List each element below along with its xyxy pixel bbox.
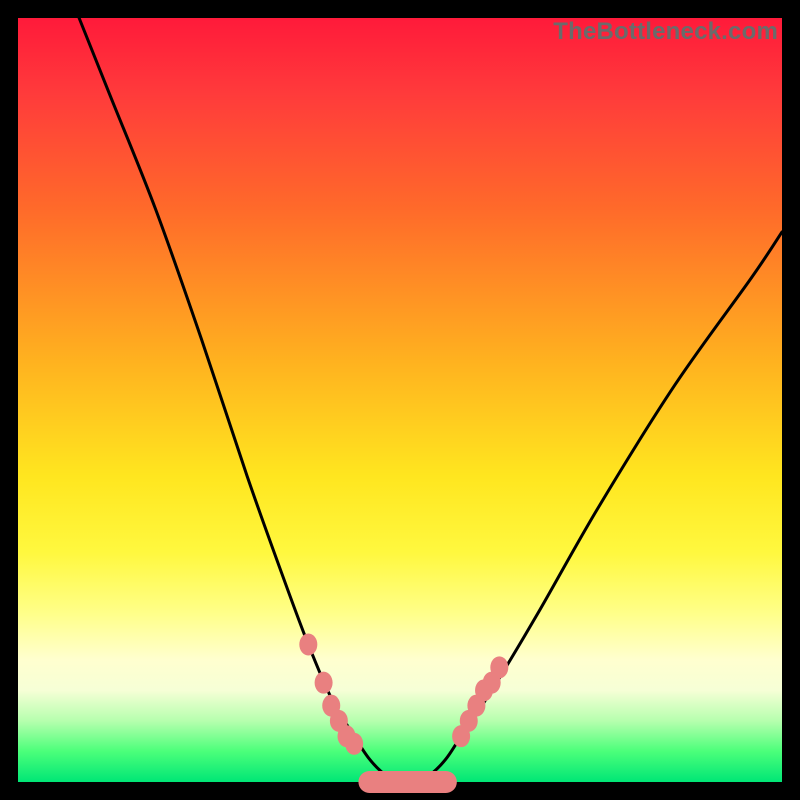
curve-marker [315, 672, 333, 694]
plot-area: TheBottleneck.com [18, 18, 782, 782]
bottleneck-curve [79, 18, 782, 783]
curve-marker [299, 633, 317, 655]
bottleneck-curve-svg [18, 18, 782, 782]
chart-frame: TheBottleneck.com [0, 0, 800, 800]
markers-right-group [452, 656, 508, 747]
basin-pill-rect [358, 771, 456, 793]
curve-marker [345, 733, 363, 755]
curve-marker [490, 656, 508, 678]
markers-left-group [299, 633, 363, 754]
basin-pill [358, 771, 456, 793]
